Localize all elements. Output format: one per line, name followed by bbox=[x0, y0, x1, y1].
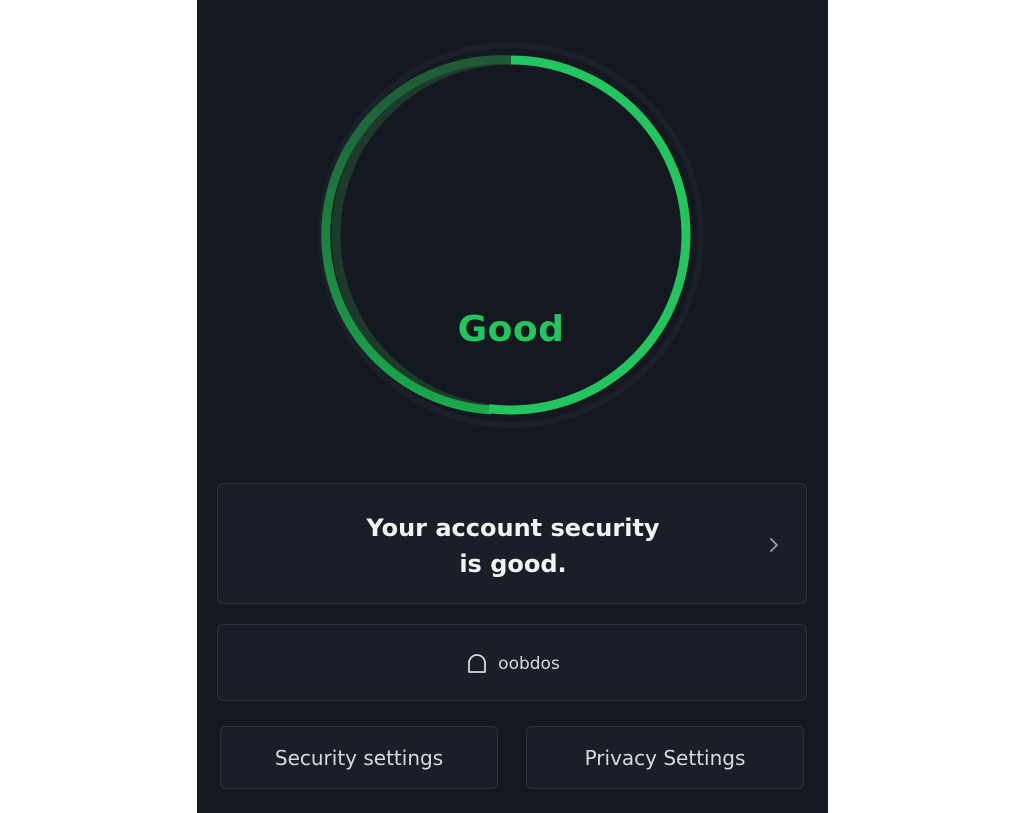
security-score-gauge: Good bbox=[317, 41, 705, 429]
status-line-1: Your account security bbox=[366, 514, 660, 542]
security-settings-button[interactable]: Security settings bbox=[220, 726, 498, 789]
notification-item-label: oobdos bbox=[498, 653, 560, 674]
privacy-settings-button[interactable]: Privacy Settings bbox=[526, 726, 804, 789]
ring-track-gradient bbox=[321, 55, 512, 415]
bell-icon bbox=[468, 653, 487, 673]
status-line-2: is good. bbox=[459, 550, 567, 578]
account-security-status-card[interactable]: Your account security is good. bbox=[217, 483, 807, 604]
ring-outer-halo bbox=[318, 42, 704, 428]
account-security-status-text: Your account security is good. bbox=[218, 510, 808, 582]
chevron-right-icon bbox=[770, 538, 778, 552]
score-ring bbox=[318, 42, 704, 428]
security-panel: Good Your account security is good. oobd… bbox=[197, 0, 828, 813]
security-score-label: Good bbox=[457, 309, 565, 350]
notification-item-card[interactable]: oobdos bbox=[217, 624, 807, 701]
